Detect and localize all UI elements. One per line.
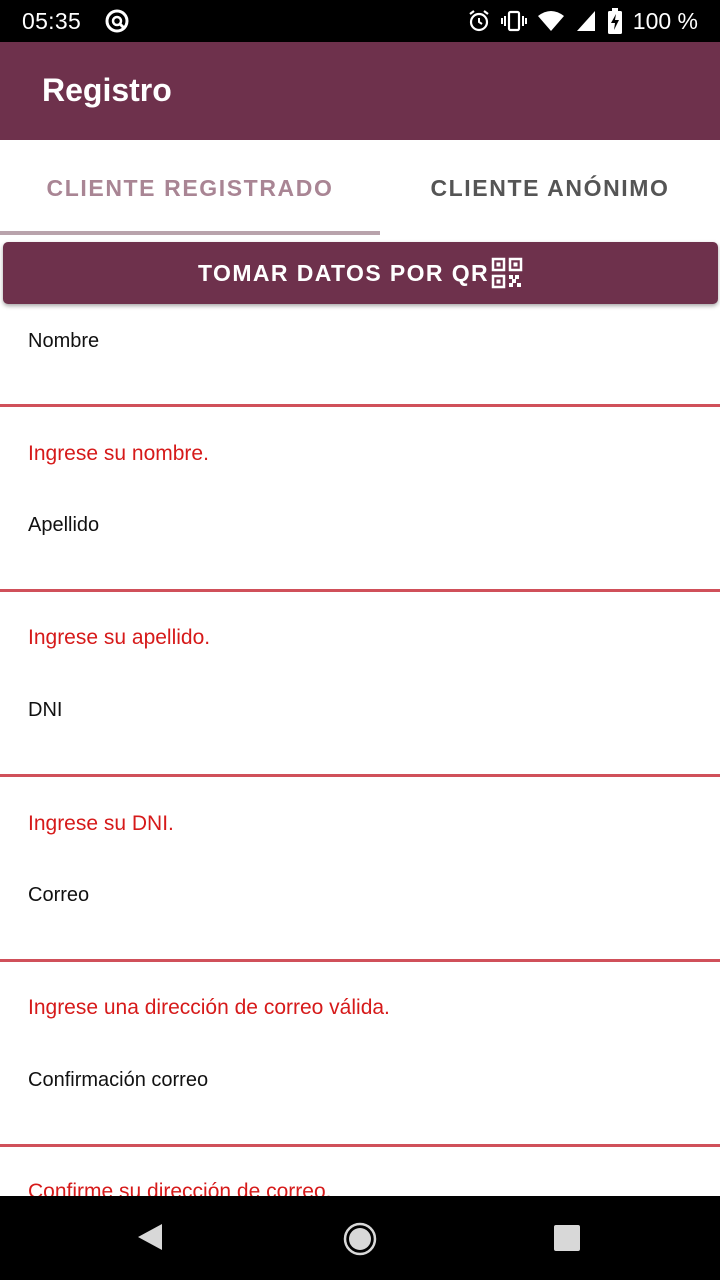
qr-scan-button[interactable]: TOMAR DATOS POR QR [3, 242, 718, 304]
correo-underline [0, 959, 720, 962]
back-icon[interactable] [136, 1222, 164, 1252]
correo-error: Ingrese una dirección de correo válida. [28, 996, 390, 1019]
battery-percent: 100 % [632, 7, 698, 34]
tab-cliente-anonimo[interactable]: CLIENTE ANÓNIMO [380, 140, 720, 236]
home-icon[interactable] [343, 1222, 377, 1256]
correo-label: Correo [28, 884, 90, 906]
battery-icon [607, 8, 622, 34]
dni-error: Ingrese su DNI. [28, 812, 174, 835]
tab-indicator [0, 231, 380, 235]
blocked-icon [105, 9, 129, 33]
apellido-error: Ingrese su apellido. [28, 626, 211, 649]
apellido-label: Apellido [28, 514, 100, 536]
status-bar: 05:35 100 % [0, 0, 720, 42]
confirmacion-correo-underline [0, 1144, 720, 1147]
qr-button-label: TOMAR DATOS POR QR [198, 259, 489, 286]
signal-icon [576, 11, 595, 31]
app-bar: Registro [0, 42, 720, 140]
tab-bar: CLIENTE REGISTRADO CLIENTE ANÓNIMO [0, 140, 720, 236]
nombre-underline [0, 404, 720, 407]
page-title: Registro [42, 72, 172, 108]
nombre-label: Nombre [28, 330, 100, 352]
nombre-error: Ingrese su nombre. [28, 442, 209, 465]
vibrate-icon [500, 10, 527, 32]
qr-code-icon [491, 257, 523, 289]
apellido-underline [0, 589, 720, 592]
tab-cliente-registrado[interactable]: CLIENTE REGISTRADO [0, 140, 380, 236]
system-nav-bar [0, 1196, 720, 1280]
dni-label: DNI [28, 699, 63, 721]
status-icons: 100 % [467, 7, 698, 35]
wifi-icon [537, 11, 564, 31]
confirmacion-correo-label: Confirmación correo [28, 1069, 209, 1091]
recents-icon[interactable] [553, 1224, 581, 1252]
status-time: 05:35 [22, 8, 82, 34]
dni-underline [0, 774, 720, 777]
alarm-icon [469, 10, 489, 32]
